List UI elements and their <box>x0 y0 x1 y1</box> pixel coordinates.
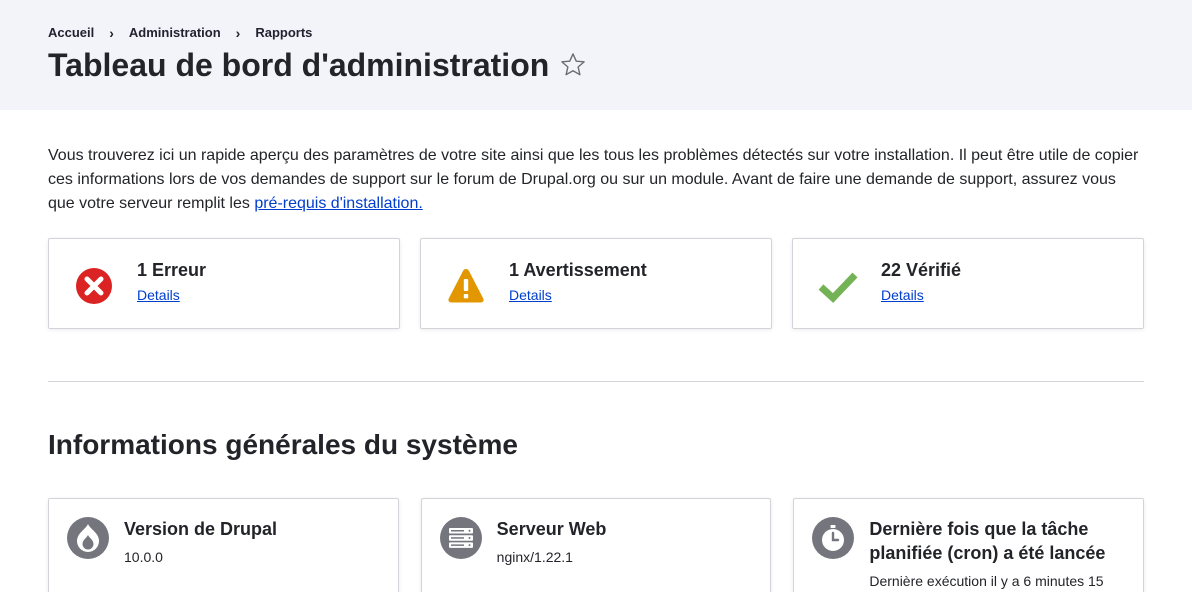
breadcrumb-item-rapports[interactable]: Rapports <box>255 25 312 40</box>
drupal-drop-icon <box>67 517 109 559</box>
intro-paragraph: Vous trouverez ici un rapide aperçu des … <box>48 144 1144 216</box>
section-divider <box>48 381 1144 382</box>
checkmark-icon <box>817 265 859 307</box>
title-row: Tableau de bord d'administration <box>48 47 1144 83</box>
info-card-web-server: Serveur Web nginx/1.22.1 <box>420 498 772 592</box>
breadcrumb-separator: › <box>235 24 241 41</box>
page-title: Tableau de bord d'administration <box>48 47 550 83</box>
drupal-version-value: 10.0.0 <box>124 549 163 565</box>
web-server-value: nginx/1.22.1 <box>496 549 573 565</box>
status-card-warning: 1 Avertissement Details <box>420 238 772 329</box>
install-requirements-link[interactable]: pré-requis d'installation. <box>254 195 422 212</box>
status-card-checked: 22 Vérifié Details <box>792 238 1144 329</box>
drupal-version-title: Version de Drupal <box>124 519 278 539</box>
checked-count: 22 Vérifié <box>881 260 962 280</box>
error-count: 1 Erreur <box>137 260 207 280</box>
warning-details-link[interactable]: Details <box>509 287 647 303</box>
breadcrumb-separator: › <box>109 24 114 41</box>
breadcrumb-item-administration[interactable]: Administration <box>129 25 221 40</box>
error-details-link[interactable]: Details <box>137 287 206 303</box>
server-icon <box>439 517 482 559</box>
error-x-icon <box>73 265 115 307</box>
cron-title: Dernière fois que la tâche planifiée (cr… <box>869 519 1106 563</box>
system-info-cards: Version de Drupal 10.0.0 Serveur Web ngi… <box>48 498 1145 592</box>
warning-count: 1 Avertissement <box>509 260 647 280</box>
cron-value: Dernière exécution il y a 6 minutes 15 <box>869 573 1104 589</box>
status-card-error: 1 Erreur Details <box>48 238 400 329</box>
web-server-title: Serveur Web <box>496 519 607 539</box>
status-summary: 1 Erreur Details 1 Avertissement Details <box>48 238 1144 329</box>
warning-triangle-icon <box>445 265 487 307</box>
info-card-cron: Dernière fois que la tâche planifiée (cr… <box>793 498 1145 592</box>
breadcrumb: Accueil › Administration › Rapports <box>48 24 1144 41</box>
system-info-heading: Informations générales du système <box>48 429 518 460</box>
intro-text: Vous trouverez ici un rapide aperçu des … <box>48 147 1139 212</box>
main-content: Vous trouverez ici un rapide aperçu des … <box>0 144 1192 592</box>
page-header: Accueil › Administration › Rapports Tabl… <box>0 0 1192 110</box>
breadcrumb-item-accueil[interactable]: Accueil <box>48 25 94 40</box>
star-icon[interactable] <box>559 51 587 79</box>
checked-details-link[interactable]: Details <box>881 287 961 303</box>
timer-icon <box>812 517 855 559</box>
info-card-drupal-version: Version de Drupal 10.0.0 <box>48 498 399 592</box>
